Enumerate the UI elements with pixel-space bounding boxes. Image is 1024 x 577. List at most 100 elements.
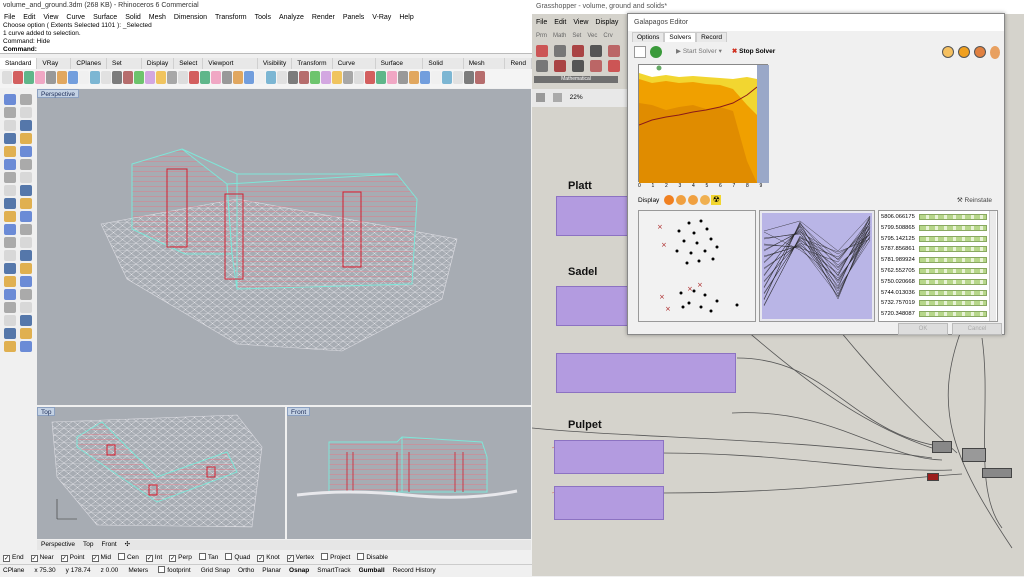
toolbar-tab[interactable]: VRay All — [37, 58, 72, 78]
side-tool-icon[interactable] — [20, 237, 32, 248]
osnap-quad[interactable]: Quad — [225, 552, 250, 564]
status-toggle[interactable]: SmartTrack — [317, 565, 350, 576]
osnap-perp[interactable]: ✓ Perp — [169, 552, 192, 564]
osnap-point[interactable]: ✓ Point — [60, 552, 85, 564]
start-solver-button[interactable]: ▶ Start Solver ▾ — [676, 43, 722, 61]
fitness-row[interactable]: 5750.020668 — [879, 277, 997, 287]
osnap-knot[interactable]: ✓ Knot — [257, 552, 280, 564]
toolbar-tab[interactable]: Transform — [292, 58, 333, 69]
top-viewport[interactable]: Top — [37, 407, 285, 539]
toolbar-icon[interactable] — [90, 71, 100, 84]
gear-icon[interactable] — [974, 46, 986, 58]
toolbar-icon[interactable] — [475, 71, 485, 84]
side-tool-icon[interactable] — [4, 133, 16, 144]
toolbar-icon[interactable] — [189, 71, 199, 84]
side-tool-icon[interactable] — [20, 146, 32, 157]
side-tool-icon[interactable] — [4, 120, 16, 131]
status-toggle[interactable]: Gumball — [359, 565, 385, 576]
side-tool-icon[interactable] — [20, 250, 32, 261]
gh-component[interactable] — [962, 448, 986, 462]
toolbar-icon[interactable] — [35, 71, 45, 84]
side-tool-icon[interactable] — [4, 237, 16, 248]
toolbar-tab[interactable]: Mesh Tools — [464, 58, 506, 78]
toolbar-icon[interactable] — [101, 71, 111, 84]
side-tool-icon[interactable] — [4, 159, 16, 170]
toolbar-icon[interactable] — [145, 71, 155, 84]
radiation-icon[interactable]: ☢ — [711, 195, 722, 206]
side-tool-icon[interactable] — [20, 315, 32, 326]
toolbar-icon[interactable] — [123, 71, 133, 84]
gh-component[interactable] — [932, 441, 952, 453]
toolbar-icon[interactable] — [233, 71, 243, 84]
toolbar-icon[interactable] — [332, 71, 342, 84]
toolbar-icon[interactable] — [365, 71, 375, 84]
gh-tool-icon[interactable] — [554, 60, 566, 72]
gh-tool-icon[interactable] — [536, 45, 548, 57]
side-tool-icon[interactable] — [20, 120, 32, 131]
gh-tool-icon[interactable] — [572, 60, 584, 72]
osnap-near[interactable]: ✓ Near — [30, 552, 54, 564]
toolbar-icon[interactable] — [46, 71, 56, 84]
toolbar-icon[interactable] — [178, 71, 188, 84]
side-tool-icon[interactable] — [4, 328, 16, 339]
status-toggle[interactable]: Planar — [262, 565, 281, 576]
toolbar-icon[interactable] — [442, 71, 452, 84]
gh-tab[interactable]: Math — [553, 31, 566, 41]
save-icon[interactable] — [536, 92, 545, 102]
side-tool-icon[interactable] — [20, 94, 32, 105]
toolbar-tab[interactable]: Curve Tools — [333, 58, 376, 78]
component-cluster[interactable] — [556, 286, 631, 326]
display-dot-icon[interactable] — [675, 195, 686, 206]
viewport-tab[interactable]: Front — [97, 540, 120, 550]
toolbar-icon[interactable] — [409, 71, 419, 84]
side-tool-icon[interactable] — [4, 172, 16, 183]
side-tool-icon[interactable] — [20, 224, 32, 235]
gh-tab[interactable]: Set — [572, 31, 581, 41]
fitness-row[interactable]: 5806.066175 — [879, 212, 997, 222]
toolbar-tab[interactable]: Display — [142, 58, 175, 69]
toolbar-tab[interactable]: Visibility — [258, 58, 293, 69]
gh-tool-icon[interactable] — [608, 45, 620, 57]
fitness-row[interactable]: 5732.757019 — [879, 298, 997, 308]
toolbar-icon[interactable] — [24, 71, 34, 84]
gh-tab[interactable]: Vec — [587, 31, 597, 41]
side-tool-icon[interactable] — [20, 328, 32, 339]
galapagos-tab-record[interactable]: Record — [696, 32, 728, 42]
side-tool-icon[interactable] — [20, 107, 32, 118]
status-toggle[interactable]: Grid Snap — [201, 565, 230, 576]
component-cluster[interactable] — [554, 486, 664, 520]
component-cluster[interactable] — [556, 353, 736, 393]
clock-icon[interactable] — [958, 46, 970, 58]
toolbar-icon[interactable] — [13, 71, 23, 84]
toolbar-icon[interactable] — [200, 71, 210, 84]
toolbar-tab[interactable]: Select — [174, 58, 204, 69]
toolbar-icon[interactable] — [387, 71, 397, 84]
gh-tab[interactable]: Crv — [603, 31, 612, 41]
side-tool-icon[interactable] — [4, 224, 16, 235]
osnap-mid[interactable]: ✓ Mid — [91, 552, 111, 564]
egg-icon[interactable] — [990, 45, 1000, 59]
status-toggle[interactable]: Osnap — [289, 565, 309, 576]
fitness-list-scrollbar[interactable] — [989, 211, 996, 321]
toolbar-icon[interactable] — [277, 71, 287, 84]
side-tool-icon[interactable] — [4, 263, 16, 274]
zoom-icon[interactable] — [552, 92, 562, 102]
osnap-end[interactable]: ✓ End — [3, 552, 24, 564]
side-tool-icon[interactable] — [20, 341, 32, 352]
status-toggle[interactable]: Ortho — [238, 565, 254, 576]
toolbar-icon[interactable] — [2, 71, 12, 84]
toolbar-tab[interactable]: Rend — [505, 58, 532, 69]
toolbar-icon[interactable] — [354, 71, 364, 84]
side-tool-icon[interactable] — [4, 289, 16, 300]
toolbar-tab[interactable]: Standard — [0, 58, 38, 69]
display-dot-icon[interactable] — [664, 195, 675, 206]
ok-button[interactable]: OK — [898, 323, 948, 335]
galapagos-tab-solvers[interactable]: Solvers — [664, 32, 697, 42]
viewport-tab[interactable]: Top — [79, 540, 97, 550]
side-tool-icon[interactable] — [4, 94, 16, 105]
side-tool-icon[interactable] — [20, 289, 32, 300]
viewport-tab[interactable]: Perspective — [37, 540, 79, 550]
toolbar-icon[interactable] — [299, 71, 309, 84]
side-tool-icon[interactable] — [4, 315, 16, 326]
side-tool-icon[interactable] — [4, 198, 16, 209]
